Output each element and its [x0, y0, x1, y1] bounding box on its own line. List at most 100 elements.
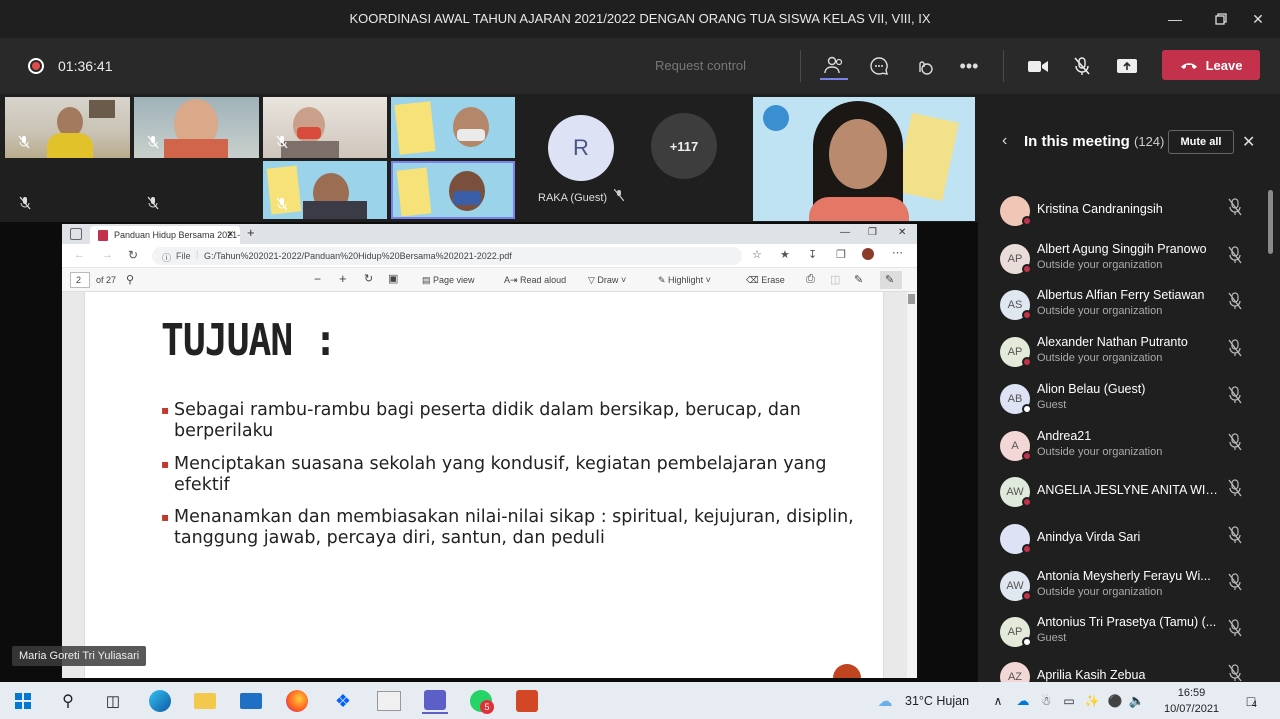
- mic-off-icon[interactable]: [1068, 52, 1096, 80]
- close-panel-icon[interactable]: ✕: [1242, 132, 1255, 152]
- whatsapp-icon[interactable]: 5: [468, 688, 494, 714]
- participant-row[interactable]: AP Albert Agung Singgih Pranowo Outside yo…: [978, 242, 1268, 288]
- leave-button[interactable]: Leave: [1162, 50, 1260, 80]
- file-explorer-icon[interactable]: [192, 688, 218, 714]
- mute-all-button[interactable]: Mute all: [1168, 130, 1234, 154]
- overflow-participants[interactable]: +117: [651, 113, 717, 179]
- amazon-icon[interactable]: [376, 688, 402, 714]
- highlight-button[interactable]: ✎ Highlight ˅: [658, 275, 711, 286]
- window-title: KOORDINASI AWAL TAHUN AJARAN 2021/2022 D…: [349, 11, 931, 26]
- back-icon[interactable]: ←: [74, 249, 85, 261]
- participant-video-tile[interactable]: [263, 97, 387, 158]
- participant-row[interactable]: AW ANGELIA JESLYNE ANITA WID...: [978, 475, 1268, 521]
- chevron-up-icon[interactable]: ∧: [985, 688, 1011, 714]
- tab-actions-icon[interactable]: [70, 228, 82, 240]
- zoom-in-icon[interactable]: +: [339, 271, 347, 286]
- read-view-icon[interactable]: ☆: [752, 248, 762, 261]
- mic-off-icon[interactable]: [1228, 479, 1242, 502]
- edge-icon[interactable]: [147, 688, 173, 714]
- avatar-raka[interactable]: R: [548, 115, 614, 181]
- close-tab-icon[interactable]: ✕: [226, 229, 234, 240]
- participant-count: (124): [1134, 134, 1165, 149]
- page-view-button[interactable]: ▤ Page view: [422, 275, 475, 286]
- participant-video-tile[interactable]: [263, 161, 387, 219]
- erase-button[interactable]: ⌫ Erase: [746, 275, 785, 286]
- participant-row[interactable]: AP Alexander Nathan Putranto Outside your …: [978, 335, 1268, 381]
- mic-off-icon[interactable]: [1228, 573, 1242, 596]
- chat-icon[interactable]: [865, 52, 893, 80]
- powerpoint-icon[interactable]: [514, 688, 540, 714]
- windows-start-icon[interactable]: [10, 688, 36, 714]
- participant-row[interactable]: AS Albertus Alfian Ferry Setiawan Outside …: [978, 288, 1268, 334]
- close-icon[interactable]: ✕: [898, 227, 906, 238]
- raka-label: RAKA (Guest): [538, 192, 608, 204]
- minimize-icon[interactable]: —: [840, 227, 850, 238]
- fit-page-icon[interactable]: ▣: [388, 272, 398, 285]
- refresh-icon[interactable]: ↻: [128, 248, 138, 262]
- draw-button[interactable]: ▽ Draw ˅: [588, 275, 626, 286]
- firefox-icon[interactable]: [284, 688, 310, 714]
- panel-title: In this meeting (124): [1024, 133, 1164, 150]
- url-field[interactable]: ⓘ File | G:/Tahun%202021-2022/Panduan%20…: [152, 247, 742, 265]
- system-clock[interactable]: 16:59 10/07/2021: [1164, 685, 1219, 717]
- reactions-icon[interactable]: [910, 52, 938, 80]
- participants-icon[interactable]: [820, 52, 848, 80]
- mic-off-icon[interactable]: [1228, 339, 1242, 362]
- mic-off-icon[interactable]: [1228, 246, 1242, 269]
- task-view-icon[interactable]: ◫: [100, 688, 126, 714]
- tab-pdf[interactable]: Panduan Hidup Bersama 2021-2 ✕: [90, 226, 240, 244]
- search-icon[interactable]: ⚲: [55, 688, 81, 714]
- save-icon[interactable]: ◫: [830, 273, 840, 286]
- participant-row[interactable]: Kristina Candraningsih: [978, 194, 1268, 240]
- participant-video-tile[interactable]: [5, 97, 130, 158]
- participant-row[interactable]: AB Alion Belau (Guest) Guest: [978, 382, 1268, 428]
- mic-off-icon[interactable]: [1228, 198, 1242, 221]
- participant-row[interactable]: Anindya Virda Sari: [978, 522, 1268, 568]
- participant-video-tile-active[interactable]: [391, 161, 515, 219]
- zoom-out-icon[interactable]: −: [314, 272, 321, 286]
- rotate-icon[interactable]: ↻: [364, 272, 373, 285]
- dropbox-icon[interactable]: ❖: [330, 688, 356, 714]
- download-icon[interactable]: ↧: [808, 248, 817, 261]
- mic-off-icon[interactable]: [1228, 386, 1242, 409]
- camera-icon[interactable]: [1024, 52, 1052, 80]
- participant-video-tile[interactable]: [391, 97, 515, 158]
- request-control-button[interactable]: Request control: [655, 58, 746, 73]
- profile-avatar[interactable]: [862, 248, 874, 260]
- favorites-icon[interactable]: ★: [780, 248, 790, 261]
- participant-video-tile-large[interactable]: [753, 97, 975, 221]
- forward-icon[interactable]: →: [102, 249, 113, 261]
- collections-icon[interactable]: ❐: [836, 248, 846, 261]
- minimize-icon[interactable]: —: [1162, 6, 1188, 32]
- settings-more-icon[interactable]: ⋯: [892, 246, 903, 259]
- restore-icon[interactable]: [1208, 6, 1234, 32]
- close-icon[interactable]: ✕: [1245, 6, 1271, 32]
- share-screen-icon[interactable]: [1113, 52, 1141, 80]
- notifications-icon[interactable]: □: [1238, 688, 1264, 714]
- pin-toolbar-icon[interactable]: ✎: [880, 271, 902, 289]
- mic-off-icon[interactable]: [1228, 619, 1242, 642]
- participant-row[interactable]: A Andrea21 Outside your organization: [978, 429, 1268, 475]
- mic-off-icon[interactable]: [1228, 526, 1242, 549]
- participant-subtitle: Outside your organization: [1037, 352, 1163, 364]
- weather-text[interactable]: 31°C Hujan: [905, 694, 969, 708]
- page-number-input[interactable]: 2: [70, 272, 90, 288]
- volume-icon[interactable]: 🔈: [1124, 688, 1150, 714]
- new-tab-icon[interactable]: +: [247, 225, 255, 240]
- more-options-icon[interactable]: •••: [955, 52, 983, 80]
- mic-off-icon[interactable]: [1228, 433, 1242, 456]
- restore-icon[interactable]: ❐: [868, 227, 877, 238]
- teams-icon[interactable]: [422, 688, 448, 714]
- pdf-scrollbar[interactable]: ▲: [907, 292, 917, 678]
- print-icon[interactable]: ⎙: [806, 273, 815, 286]
- participant-video-tile[interactable]: [134, 97, 259, 158]
- save-as-icon[interactable]: ✎: [854, 273, 863, 286]
- panel-scrollbar[interactable]: [1268, 190, 1273, 254]
- participant-row[interactable]: AW Antonia Meysherly Ferayu Wi... Outside …: [978, 569, 1268, 615]
- back-chevron-icon[interactable]: ‹: [1002, 132, 1007, 150]
- read-aloud-button[interactable]: A⇥ Read aloud: [504, 275, 566, 286]
- search-icon[interactable]: ⚲: [126, 273, 134, 286]
- mic-off-icon[interactable]: [1228, 292, 1242, 315]
- mail-icon[interactable]: [238, 688, 264, 714]
- participant-row[interactable]: AP Antonius Tri Prasetya (Tamu) (... Guest: [978, 615, 1268, 661]
